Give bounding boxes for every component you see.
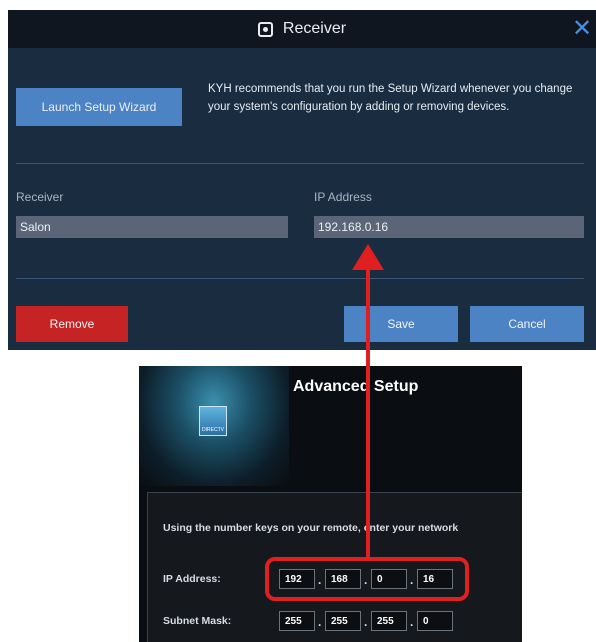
directv-logo-icon: DIRECTV bbox=[199, 406, 227, 436]
cancel-button[interactable]: Cancel bbox=[470, 306, 584, 342]
wizard-message: KYH recommends that you run the Setup Wi… bbox=[208, 83, 573, 113]
dialog-titlebar: Receiver ✕ bbox=[8, 10, 596, 48]
subnet-octet-4[interactable] bbox=[417, 611, 453, 631]
ip-octet-1[interactable] bbox=[279, 569, 315, 589]
save-button[interactable]: Save bbox=[344, 306, 458, 342]
ip-octet-4[interactable] bbox=[417, 569, 453, 589]
receiver-icon bbox=[257, 21, 273, 37]
receiver-name-input[interactable] bbox=[16, 216, 288, 238]
divider bbox=[16, 278, 584, 279]
ip-address-input[interactable] bbox=[314, 216, 584, 238]
subnet-octet-2[interactable] bbox=[325, 611, 361, 631]
ip-address-row-label: IP Address: bbox=[163, 573, 221, 585]
subnet-mask-row-label: Subnet Mask: bbox=[163, 615, 232, 627]
subnet-octet-1[interactable] bbox=[279, 611, 315, 631]
advanced-setup-title: Advanced Setup bbox=[293, 378, 419, 395]
ip-address-label: IP Address bbox=[314, 190, 372, 204]
instructions-text: Using the number keys on your remote, en… bbox=[163, 522, 459, 534]
receiver-label: Receiver bbox=[16, 190, 64, 204]
dialog-title: Receiver bbox=[282, 20, 347, 37]
divider bbox=[16, 163, 584, 164]
ip-octet-2[interactable] bbox=[325, 569, 361, 589]
close-icon[interactable]: ✕ bbox=[570, 16, 594, 42]
subnet-octet-3[interactable] bbox=[371, 611, 407, 631]
receiver-dialog: Receiver ✕ Launch Setup Wizard KYH recom… bbox=[8, 10, 596, 350]
advanced-setup-screenshot: DIRECTV Advanced Setup Using the number … bbox=[139, 366, 522, 642]
ip-octet-3[interactable] bbox=[371, 569, 407, 589]
launch-setup-wizard-button[interactable]: Launch Setup Wizard bbox=[16, 88, 182, 126]
remove-button[interactable]: Remove bbox=[16, 306, 128, 342]
